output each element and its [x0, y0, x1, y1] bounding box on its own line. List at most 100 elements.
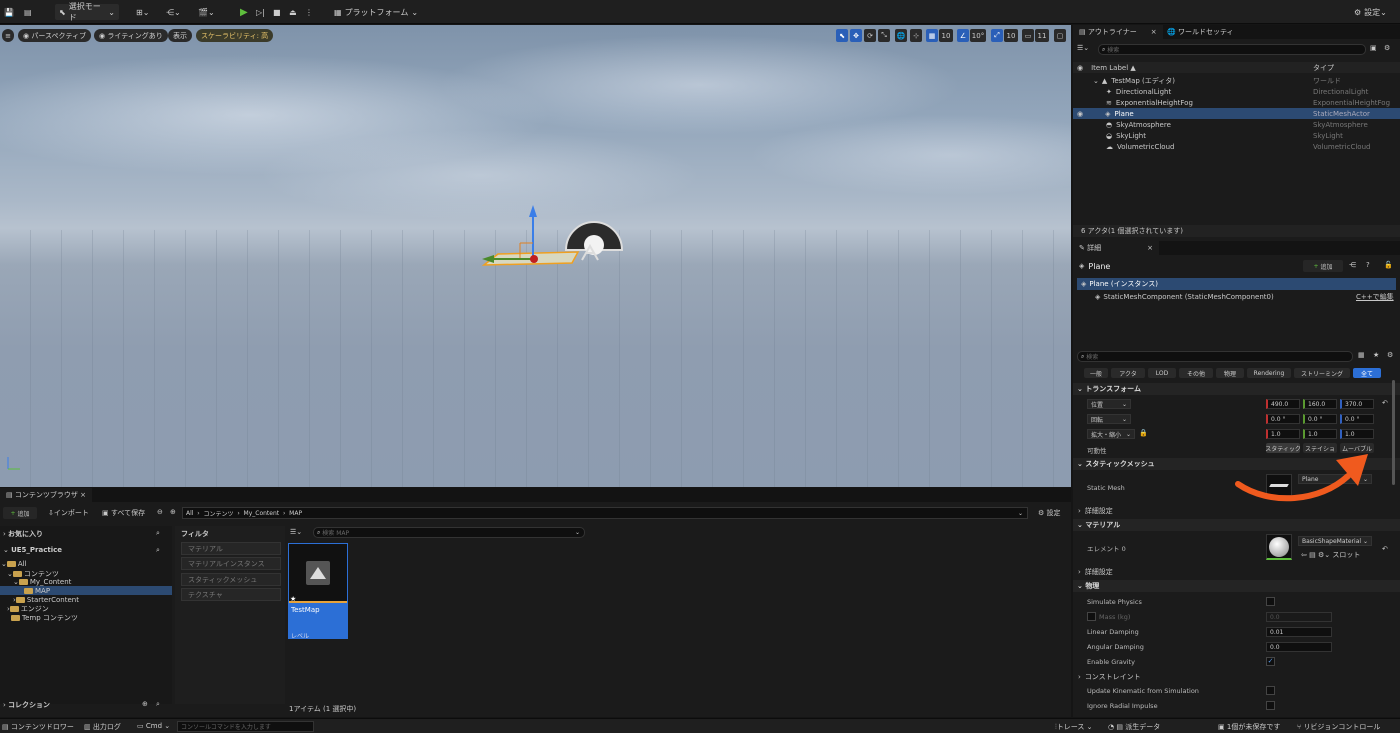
- add-actor-icon[interactable]: ⊞⌄: [136, 4, 149, 20]
- tab-world-settings[interactable]: 🌐 ワールドセッティ: [1161, 25, 1240, 39]
- col-type[interactable]: タイプ: [1313, 63, 1334, 73]
- location-dropdown[interactable]: 位置 ⌄: [1087, 399, 1131, 409]
- lock-icon[interactable]: 🔒: [1139, 429, 1148, 437]
- rotate-snap-icon[interactable]: ∠: [957, 29, 969, 42]
- linear-damping-input[interactable]: 0.01: [1266, 627, 1332, 637]
- location-y-input[interactable]: 160.0: [1303, 399, 1337, 409]
- add-collection-icon[interactable]: ⊕: [142, 700, 148, 708]
- add-folder-icon[interactable]: ▣: [1370, 44, 1377, 52]
- tree-temp[interactable]: Temp コンテンツ: [11, 613, 78, 623]
- filter-tab-physics[interactable]: 物理: [1216, 368, 1244, 378]
- surface-snap-icon[interactable]: ⊹: [910, 29, 922, 42]
- console-input[interactable]: コンソールコマンドを入力します: [177, 721, 314, 732]
- scale-x-input[interactable]: 1.0: [1266, 429, 1300, 439]
- rotate-snap-value[interactable]: 10°: [970, 29, 986, 42]
- select-tool-icon[interactable]: ⬉: [836, 29, 848, 42]
- settings-button[interactable]: ⚙ 設定 ⌄: [1354, 4, 1387, 20]
- outliner-row-volumetriccloud[interactable]: ☁ VolumetricCloud VolumetricCloud: [1073, 141, 1400, 152]
- trace-button[interactable]: ⫶トレース ⌄: [1055, 722, 1093, 732]
- help-icon[interactable]: ?: [1366, 261, 1370, 269]
- filter-tab-general[interactable]: 一般: [1084, 368, 1108, 378]
- tree-map[interactable]: MAP: [24, 587, 50, 595]
- filter-material[interactable]: マテリアル: [181, 542, 281, 555]
- collections-header[interactable]: › コレクション: [3, 700, 50, 710]
- arrow-left-icon[interactable]: ⇦: [1301, 551, 1307, 559]
- save-icon[interactable]: 💾: [4, 4, 14, 20]
- scale-dropdown[interactable]: 拡大・縮小 ⌄: [1087, 429, 1135, 439]
- translate-tool-icon[interactable]: ✥: [850, 29, 862, 42]
- search-icon[interactable]: ⌕: [156, 700, 160, 709]
- output-log-button[interactable]: ▥ 出力ログ: [84, 722, 121, 732]
- blueprint-icon[interactable]: ⋲: [1349, 261, 1356, 269]
- rotation-dropdown[interactable]: 回転 ⌄: [1087, 414, 1131, 424]
- scale-snap-value[interactable]: 10: [1004, 29, 1018, 42]
- hamburger-menu-icon[interactable]: ≡: [2, 29, 14, 42]
- level-viewport[interactable]: ≡ ◉ パースペクティブ ◉ ライティングあり 表示 スケーラビリティ: 高 ⬉…: [0, 25, 1071, 487]
- lighting-button[interactable]: ◉ ライティングあり: [94, 29, 168, 42]
- world-space-icon[interactable]: 🌐: [895, 29, 907, 42]
- details-search-input[interactable]: ⌕ 検索: [1077, 351, 1353, 362]
- import-button[interactable]: ⇩インポート: [48, 508, 89, 518]
- tree-starter-content[interactable]: › StarterContent: [13, 596, 79, 604]
- cb-add-button[interactable]: + 追加: [3, 507, 37, 519]
- close-icon[interactable]: ×: [1151, 28, 1157, 36]
- filter-tab-misc[interactable]: その他: [1179, 368, 1213, 378]
- eye-icon[interactable]: ◉: [1077, 64, 1083, 72]
- enable-gravity-checkbox[interactable]: ✓: [1266, 657, 1275, 666]
- tab-content-browser[interactable]: ▤ コンテンツブラウザ ×: [0, 488, 92, 502]
- location-z-input[interactable]: 370.0: [1340, 399, 1374, 409]
- favorites-header[interactable]: › お気に入り: [3, 529, 43, 539]
- filter-tab-actor[interactable]: アクタ: [1111, 368, 1145, 378]
- component-row[interactable]: ◈ StaticMeshComponent (StaticMeshComponen…: [1073, 291, 1400, 303]
- cmd-select[interactable]: ▭ Cmd ⌄: [137, 722, 170, 730]
- grid-view-icon[interactable]: ▦: [1358, 351, 1365, 359]
- angular-damping-input[interactable]: 0.0: [1266, 642, 1332, 652]
- location-x-input[interactable]: 490.0: [1266, 399, 1300, 409]
- step-icon[interactable]: ▷|: [256, 4, 265, 20]
- blueprint-icon[interactable]: ⋲⌄: [166, 4, 181, 20]
- lock-icon[interactable]: 🔓: [1384, 261, 1393, 269]
- rotation-x-input[interactable]: 0.0 °: [1266, 414, 1300, 424]
- mode-select[interactable]: ⬉ 選択モード ⌄: [55, 2, 119, 22]
- scale-y-input[interactable]: 1.0: [1303, 429, 1337, 439]
- add-component-button[interactable]: + 追加: [1303, 260, 1343, 272]
- derived-data-button[interactable]: ◔ ▤ 派生データ: [1108, 722, 1160, 732]
- rotation-z-input[interactable]: 0.0 °: [1340, 414, 1374, 424]
- details-scrollbar[interactable]: [1392, 380, 1395, 485]
- browse-icon[interactable]: ▤: [1309, 551, 1316, 559]
- tab-details[interactable]: ✎ 詳細 ×: [1073, 241, 1159, 255]
- outliner-search-input[interactable]: ⌕ 検索: [1098, 44, 1366, 55]
- path-breadcrumb[interactable]: All › コンテンツ › My_Content › MAP ⌄: [182, 507, 1028, 519]
- search-icon[interactable]: ⌕: [156, 529, 160, 538]
- content-drawer-button[interactable]: ▤ コンテンツドロワー: [2, 722, 74, 732]
- outliner-row-world[interactable]: ⌄ ▲ TestMap (エディタ) ワールド: [1073, 75, 1400, 86]
- component-instance-row[interactable]: ◈ Plane (インスタンス): [1077, 278, 1396, 290]
- eject-icon[interactable]: ⏏: [289, 4, 297, 20]
- unsaved-button[interactable]: ▣ 1個が未保存です: [1218, 722, 1280, 732]
- material-dropdown[interactable]: BasicShapeMaterial ⌄: [1298, 536, 1372, 546]
- scale-z-input[interactable]: 1.0: [1340, 429, 1374, 439]
- play-icon[interactable]: ▶: [240, 4, 248, 20]
- ignore-radial-checkbox[interactable]: [1266, 701, 1275, 710]
- close-icon[interactable]: ×: [1147, 244, 1153, 252]
- camera-speed-icon[interactable]: ▭: [1022, 29, 1034, 42]
- edit-cpp-link[interactable]: C++で編集: [1356, 292, 1394, 302]
- material-thumbnail[interactable]: [1266, 534, 1292, 560]
- scale-tool-icon[interactable]: ⤡: [878, 29, 890, 42]
- project-header[interactable]: ⌄ UE5_Practice: [3, 546, 62, 554]
- more-icon[interactable]: ⋮: [305, 4, 313, 20]
- tab-outliner[interactable]: ▤ アウトライナー ×: [1073, 25, 1163, 39]
- close-icon[interactable]: ×: [80, 491, 86, 499]
- simulate-physics-checkbox[interactable]: [1266, 597, 1275, 606]
- source-control-button[interactable]: ⑂ リビジョンコントロール: [1297, 722, 1380, 732]
- asset-search-input[interactable]: ⌕ 検索 MAP ⌄: [313, 527, 585, 538]
- show-button[interactable]: 表示: [168, 29, 192, 42]
- section-materials[interactable]: ⌄ マテリアル: [1073, 519, 1400, 531]
- rotate-tool-icon[interactable]: ⟳: [864, 29, 876, 42]
- filter-material-instance[interactable]: マテリアルインスタンス: [181, 557, 281, 570]
- filter-tab-lod[interactable]: LOD: [1148, 368, 1176, 378]
- options-icon[interactable]: ⚙⌄: [1318, 551, 1330, 559]
- asset-tile-testmap[interactable]: ★ TestMap レベル: [288, 543, 348, 640]
- filter-tab-rendering[interactable]: Rendering: [1247, 368, 1291, 378]
- camera-speed-value[interactable]: 11: [1035, 29, 1049, 42]
